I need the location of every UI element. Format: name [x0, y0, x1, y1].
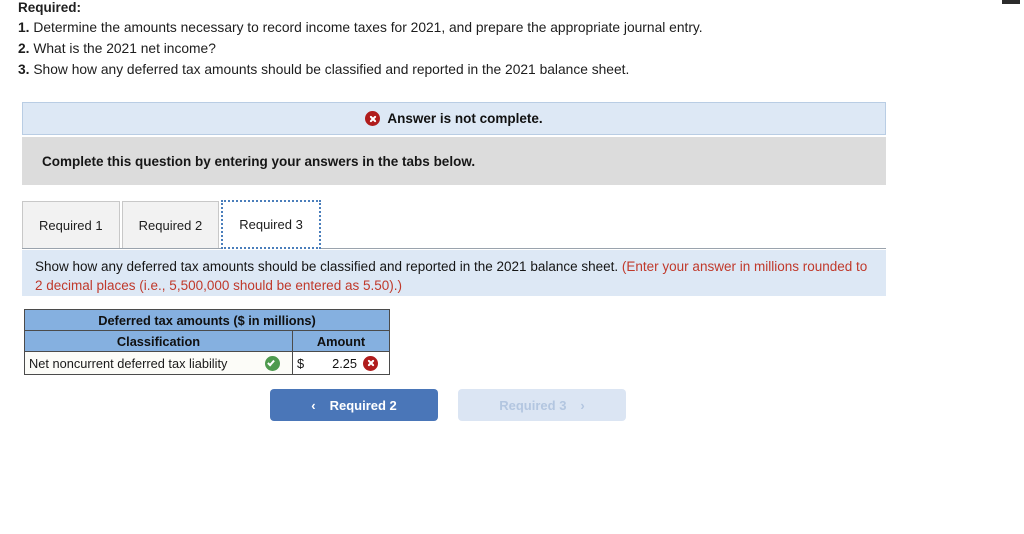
error-x-icon — [365, 111, 381, 126]
screen-edge-artifact — [1002, 0, 1020, 4]
chevron-right-icon: › — [580, 397, 585, 413]
table-title-row: Deferred tax amounts ($ in millions) — [24, 309, 390, 331]
tab-required-3[interactable]: Required 3 — [221, 200, 321, 249]
tab-required-1-label: Required 1 — [39, 217, 103, 233]
tab-required-2-label: Required 2 — [138, 217, 203, 233]
requirements-heading: Required: — [18, 0, 82, 15]
cell-amount[interactable]: $ 2.25 — [292, 351, 390, 375]
requirement-text-2: What is the 2021 net income? — [33, 41, 216, 56]
column-header-classification: Classification — [24, 330, 293, 352]
classification-value: Net noncurrent deferred tax liability — [29, 355, 228, 371]
answer-status-label: Answer is not complete. — [387, 111, 543, 126]
tab-strip: Required 1 Required 2 Required 3 — [22, 199, 886, 249]
requirement-item-2: 2. What is the 2021 net income? — [18, 38, 1024, 59]
deferred-tax-table: Deferred tax amounts ($ in millions) Cla… — [24, 309, 390, 375]
prev-button-label: Required 2 — [329, 397, 397, 413]
amount-value: 2.25 — [332, 355, 357, 371]
requirement-number-1: 1. — [18, 20, 30, 35]
table-row: Net noncurrent deferred tax liability $ … — [24, 351, 390, 375]
requirement-text-1: Determine the amounts necessary to recor… — [33, 20, 703, 35]
answer-status-banner: Answer is not complete. — [22, 102, 886, 135]
column-header-amount: Amount — [292, 330, 390, 352]
tab-required-2[interactable]: Required 2 — [121, 201, 220, 248]
currency-symbol: $ — [297, 355, 305, 371]
correct-check-icon — [265, 355, 280, 371]
prev-required-2-button[interactable]: ‹ Required 2 — [270, 389, 438, 421]
requirement-number-2: 2. — [18, 41, 30, 56]
question-text: Show how any deferred tax amounts should… — [35, 259, 619, 274]
question-text-wrapper: Show how any deferred tax amounts should… — [35, 257, 870, 295]
instruction-band: Complete this question by entering your … — [22, 137, 886, 185]
requirement-number-3: 3. — [18, 62, 30, 77]
question-panel: Show how any deferred tax amounts should… — [22, 250, 886, 296]
tab-required-3-label: Required 3 — [239, 217, 303, 232]
navigation-buttons: ‹ Required 2 Required 3 › — [270, 389, 626, 421]
table-header-row: Classification Amount — [24, 330, 390, 352]
next-button-label: Required 3 — [499, 397, 567, 413]
incorrect-x-icon — [363, 355, 378, 371]
next-required-3-button[interactable]: Required 3 › — [458, 389, 626, 421]
tab-required-1[interactable]: Required 1 — [22, 201, 120, 248]
requirement-text-3: Show how any deferred tax amounts should… — [33, 62, 630, 77]
instruction-band-text: Complete this question by entering your … — [42, 153, 476, 169]
requirement-item-1: 1. Determine the amounts necessary to re… — [18, 17, 1024, 38]
cell-classification[interactable]: Net noncurrent deferred tax liability — [24, 351, 293, 375]
table-title: Deferred tax amounts ($ in millions) — [24, 309, 390, 331]
chevron-left-icon: ‹ — [311, 397, 316, 413]
requirement-item-3: 3. Show how any deferred tax amounts sho… — [18, 59, 1024, 80]
requirements-section: Required: 1. Determine the amounts neces… — [0, 0, 1024, 80]
